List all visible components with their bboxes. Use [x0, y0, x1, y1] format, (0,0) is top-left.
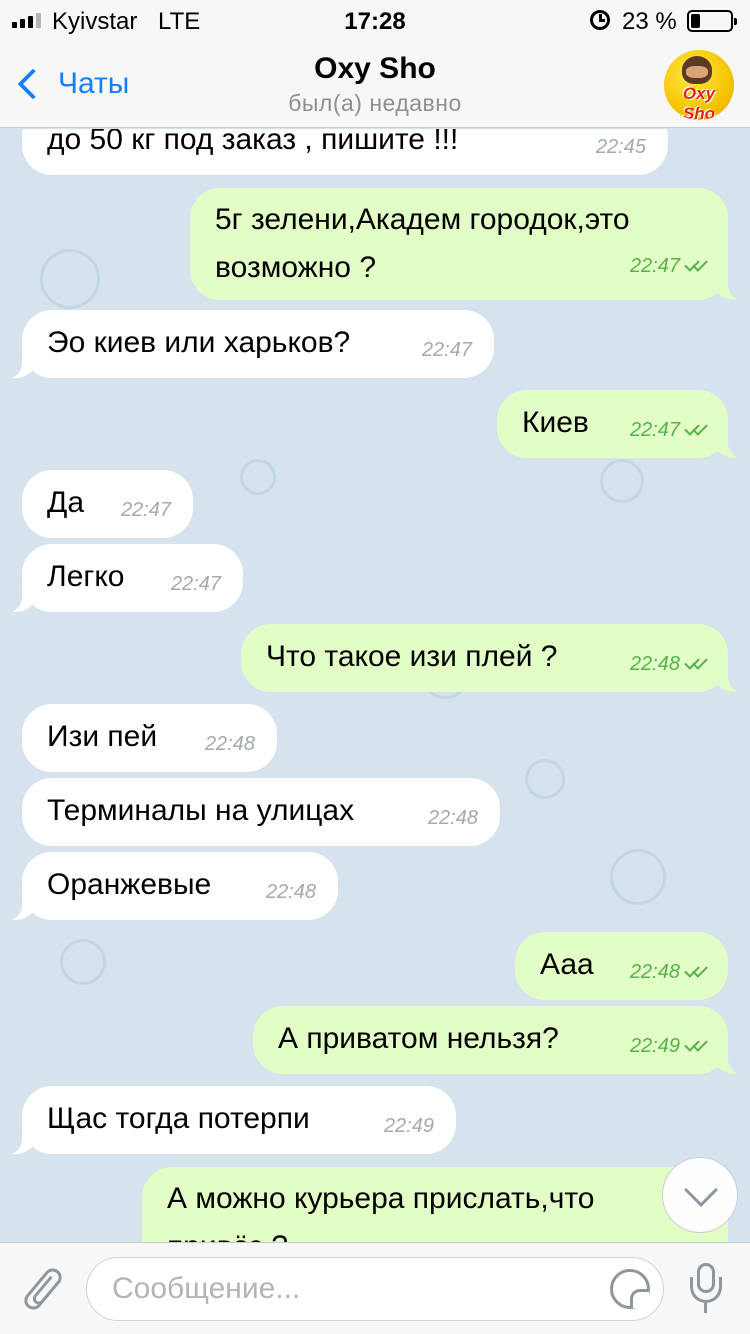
message-time: 22:47 [421, 339, 472, 361]
status-bar: Kyivstar LTE 17:28 23 % [0, 0, 750, 40]
message-bubble-incoming[interactable]: Щас тогда потерпи 22:49 [0, 1086, 456, 1155]
message-bubble-incoming[interactable]: Терминалы на улицах 22:48 [22, 778, 500, 846]
wallpaper-doodle [525, 759, 565, 799]
message-time: 22:45 [595, 136, 646, 158]
message-text: 5г зелени,Академ городок,это возможно ? [215, 203, 630, 284]
read-checkmarks-icon [684, 962, 714, 981]
avatar-logo-text: Oxy Sho [682, 84, 716, 120]
message-time: 22:47 [629, 419, 680, 441]
wallpaper-doodle [60, 939, 106, 985]
paperclip-icon [20, 1264, 66, 1314]
attach-button[interactable] [18, 1263, 66, 1315]
message-bubble-outgoing[interactable]: 5г зелени,Академ городок,это возможно ? … [190, 188, 750, 301]
read-checkmarks-icon [684, 256, 714, 275]
sticker-button[interactable] [610, 1269, 650, 1309]
message-time: 22:49 [383, 1115, 434, 1137]
message-time: 22:48 [629, 653, 680, 675]
read-checkmarks-icon [684, 420, 714, 439]
message-text: до 50 кг под заказ , пишите !!! [47, 129, 459, 156]
message-bubble-incoming[interactable]: до 50 кг под заказ , пишите !!! 22:45 [22, 129, 668, 175]
message-text: Щас тогда потерпи [47, 1102, 310, 1135]
chat-title[interactable]: Oxy Sho [0, 52, 750, 86]
message-bubble-outgoing[interactable]: Киев 22:47 [497, 390, 750, 459]
wallpaper-doodle [600, 459, 644, 503]
message-bubble-outgoing[interactable]: Что такое изи плей ? 22:48 [241, 624, 750, 693]
message-bubble-incoming[interactable]: Оранжевые 22:48 [0, 852, 338, 921]
chevron-down-icon [684, 1173, 718, 1207]
message-text: Терминалы на улицах [47, 794, 355, 827]
message-bubble-incoming[interactable]: Легко 22:47 [0, 544, 243, 613]
message-text: Эо киев или харьков? [47, 326, 351, 359]
message-list[interactable]: до 50 кг под заказ , пишите !!! 22:45 5г… [0, 129, 750, 1242]
message-bubble-outgoing[interactable]: А приватом нельзя? 22:49 [253, 1006, 750, 1075]
message-input[interactable] [86, 1257, 664, 1321]
message-time: 22:47 [170, 573, 221, 595]
read-checkmarks-icon [684, 1036, 714, 1055]
message-bubble-outgoing[interactable]: А можно курьера прислать,что привёз ? [142, 1167, 728, 1242]
message-text: А можно курьера прислать,что привёз ? [167, 1182, 595, 1242]
microphone-icon-base [690, 1277, 722, 1303]
message-time: 22:48 [265, 881, 316, 903]
chat-header: Чаты Oxy Sho был(а) недавно Oxy Sho [0, 40, 750, 128]
wallpaper-doodle [610, 849, 666, 905]
message-text: Киев [522, 406, 589, 439]
message-time: 22:48 [204, 733, 255, 755]
message-bubble-incoming[interactable]: Изи пей 22:48 [22, 704, 277, 772]
microphone-button[interactable] [686, 1261, 726, 1319]
scroll-to-bottom-button[interactable] [662, 1157, 738, 1233]
message-composer [0, 1242, 750, 1334]
last-seen-status: был(а) недавно [288, 90, 462, 116]
wallpaper-doodle [40, 249, 100, 309]
message-time: 22:48 [629, 961, 680, 983]
message-text: Оранжевые [47, 868, 212, 901]
message-text: Да [47, 486, 85, 519]
avatar-character-icon [682, 56, 712, 84]
avatar[interactable]: Oxy Sho [664, 50, 734, 120]
message-bubble-incoming[interactable]: Да 22:47 [22, 470, 193, 538]
message-text: Что такое изи плей ? [266, 640, 558, 673]
message-text: Ааа [540, 948, 594, 981]
message-text: Легко [47, 560, 125, 593]
microphone-icon-stem [704, 1303, 707, 1313]
alarm-icon [590, 10, 610, 30]
message-text: Изи пей [47, 720, 158, 753]
message-bubble-outgoing[interactable]: Ааа 22:48 [515, 932, 728, 1000]
message-time: 22:47 [120, 499, 171, 521]
battery-icon [687, 10, 737, 32]
message-time: 22:48 [427, 807, 478, 829]
read-checkmarks-icon [684, 654, 714, 673]
message-text: А приватом нельзя? [278, 1022, 559, 1055]
message-bubble-incoming[interactable]: Эо киев или харьков? 22:47 [0, 310, 494, 379]
message-time: 22:49 [629, 1035, 680, 1057]
message-time: 22:47 [629, 255, 680, 277]
wallpaper-doodle [240, 459, 276, 495]
battery-percent: 23 % [622, 8, 677, 35]
